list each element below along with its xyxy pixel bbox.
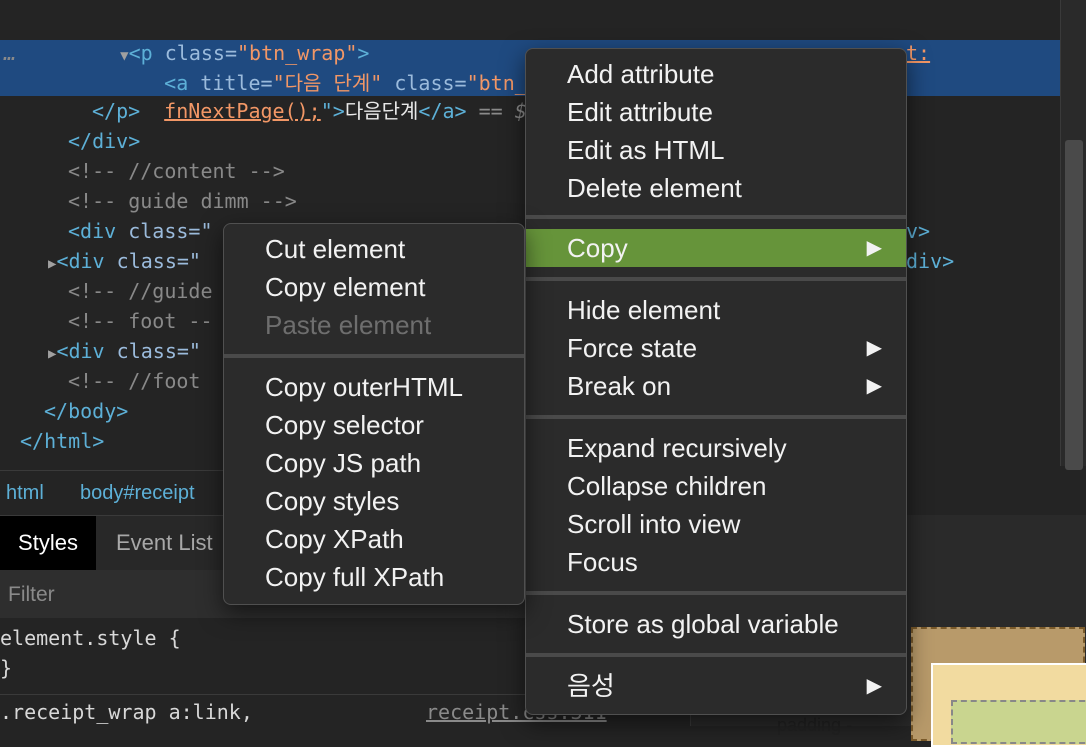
style-rule-selector-2[interactable]: .receipt_wrap a:link, [0,700,253,724]
tree-line-p[interactable]: ▼<p class="btn_wrap"> [72,8,369,65]
submenu-item-copy-xpath[interactable]: Copy XPath [224,520,524,558]
menu-item-add-attribute[interactable]: Add attribute [526,55,906,93]
tree-line-div-collapsed-1[interactable]: ▶<div class=" [48,246,201,276]
chevron-right-icon: ▶ [866,375,882,397]
menu-item-force-state[interactable]: Force state ▶ [526,329,906,367]
menu-item-hide-element[interactable]: Hide element [526,291,906,329]
more-ellipsis[interactable]: … [4,38,16,68]
tree-line-p-close[interactable]: </p> [92,96,140,126]
scrollbar-thumb[interactable] [1065,140,1083,470]
box-model-padding [951,700,1086,744]
breadcrumb-body[interactable]: body#receipt [80,471,195,515]
tree-line-a-open[interactable]: <a title="다음 단계" class="btn_d [116,38,539,95]
chevron-right-icon: ▶ [866,337,882,359]
tree-line-comment-content[interactable]: <!-- //content --> [68,156,285,186]
tree-line-html-close[interactable]: </html> [20,426,104,456]
elements-scrollbar[interactable] [1060,0,1086,470]
menu-separator [526,215,906,219]
submenu-item-copy-js-path[interactable]: Copy JS path [224,444,524,482]
menu-item-speech[interactable]: 음성 ▶ [526,667,906,705]
copy-submenu: Cut element Copy element Paste element C… [223,223,525,605]
menu-separator [526,415,906,419]
style-rule-close: } [0,656,13,680]
menu-item-scroll-into-view[interactable]: Scroll into view [526,505,906,543]
menu-item-copy[interactable]: Copy ▶ [526,229,906,267]
menu-separator [526,591,906,595]
menu-item-delete-element[interactable]: Delete element [526,169,906,207]
menu-item-store-global-variable[interactable]: Store as global variable [526,605,906,643]
submenu-item-cut-element[interactable]: Cut element [224,230,524,268]
tab-styles[interactable]: Styles [0,516,96,570]
tree-line-div-collapsed-1-end: div> [906,249,955,273]
tree-line-div-close[interactable]: </div> [68,126,140,156]
menu-item-edit-attribute[interactable]: Edit attribute [526,93,906,131]
breadcrumb-html[interactable]: html [6,471,44,515]
tree-line-comment-foot[interactable]: <!-- foot -- [68,306,213,336]
tree-line-a-close[interactable]: fnNextPage();">다음단계</a> == $0 [116,66,539,123]
tree-line-body-close[interactable]: </body> [44,396,128,426]
tree-line-div-guide-end: v> [906,219,931,243]
menu-separator [526,653,906,657]
menu-item-focus[interactable]: Focus [526,543,906,581]
filter-placeholder: Filter [8,583,55,606]
style-rule-selector[interactable]: element.style { [0,626,181,650]
menu-separator [224,354,524,358]
submenu-item-copy-styles[interactable]: Copy styles [224,482,524,520]
menu-item-edit-as-html[interactable]: Edit as HTML [526,131,906,169]
tree-line-div-collapsed-2[interactable]: ▶<div class=" [48,336,201,366]
menu-separator [526,277,906,281]
menu-item-expand-recursively[interactable]: Expand recursively [526,429,906,467]
submenu-item-copy-selector[interactable]: Copy selector [224,406,524,444]
submenu-item-copy-outerhtml[interactable]: Copy outerHTML [224,368,524,406]
chevron-right-icon: ▶ [866,675,882,697]
submenu-item-copy-element[interactable]: Copy element [224,268,524,306]
submenu-item-paste-element: Paste element [265,310,432,340]
tab-event-listeners[interactable]: Event List [116,516,213,570]
tree-line-a-fragment: t: [906,41,931,65]
tree-line-comment-foot-end[interactable]: <!-- //foot [68,366,200,396]
tree-line-div-guide[interactable]: <div class=" [68,216,213,246]
chevron-right-icon: ▶ [866,237,882,259]
tree-line-comment-guide-end[interactable]: <!-- //guide [68,276,213,306]
context-menu: Add attribute Edit attribute Edit as HTM… [525,48,907,715]
tree-line-comment-guide[interactable]: <!-- guide dimm --> [68,186,297,216]
menu-item-collapse-children[interactable]: Collapse children [526,467,906,505]
menu-item-break-on[interactable]: Break on ▶ [526,367,906,405]
submenu-item-copy-full-xpath[interactable]: Copy full XPath [224,558,524,596]
